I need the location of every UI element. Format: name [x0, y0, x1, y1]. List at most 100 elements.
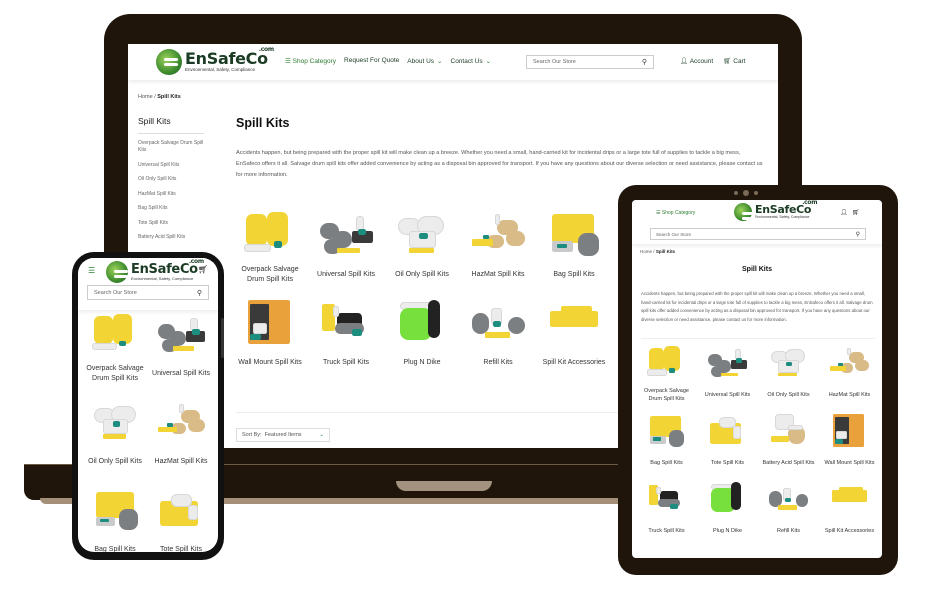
hamburger-menu-icon[interactable]: ☰ — [88, 266, 95, 275]
breadcrumb-home[interactable]: Home — [138, 94, 153, 100]
tablet-logo[interactable]: EnSafeCo .com Environmental, Safety, Comp… — [734, 200, 817, 221]
category-label[interactable]: Oil Only Spill Kits — [84, 446, 146, 478]
category-card[interactable]: Bag Spill Kits — [536, 212, 612, 290]
product-image[interactable] — [829, 482, 871, 516]
category-card[interactable]: Overpack Salvage Drum Spill Kits — [82, 314, 148, 390]
category-label[interactable]: Tote Spill Kits — [699, 450, 757, 476]
product-image[interactable] — [242, 212, 298, 256]
category-label[interactable]: Oil Only Spill Kits — [760, 382, 818, 408]
category-label[interactable]: Overpack Salvage Drum Spill Kits — [236, 260, 304, 290]
category-label[interactable]: HazMat Spill Kits — [821, 382, 879, 408]
product-image[interactable] — [156, 490, 206, 530]
sidebar-item[interactable]: Universal Spill Kits — [138, 162, 208, 169]
category-label[interactable]: Wall Mount Spill Kits — [236, 348, 304, 378]
category-card[interactable]: Refill Kits — [460, 300, 536, 378]
category-card[interactable]: HazMat Spill Kits — [819, 346, 880, 408]
category-label[interactable]: Truck Spill Kits — [638, 518, 696, 544]
category-label[interactable]: Bag Spill Kits — [84, 534, 146, 552]
category-card[interactable]: Bag Spill Kits — [82, 490, 148, 552]
sidebar-item[interactable]: Overpack Salvage Drum Spill Kits — [138, 140, 208, 154]
category-card[interactable]: Oil Only Spill Kits — [82, 402, 148, 478]
category-card[interactable]: HazMat Spill Kits — [460, 212, 536, 290]
product-image[interactable] — [394, 300, 450, 344]
category-label[interactable]: Wall Mount Spill Kits — [821, 450, 879, 476]
category-label[interactable]: Plug N Dike — [699, 518, 757, 544]
product-image[interactable] — [470, 300, 526, 344]
category-label[interactable]: HazMat Spill Kits — [150, 446, 212, 478]
category-card[interactable]: Plug N Dike — [384, 300, 460, 378]
search-input[interactable]: Search Our Store ⚲ — [526, 55, 654, 69]
search-icon[interactable]: ⚲ — [856, 231, 860, 238]
product-image[interactable] — [707, 414, 749, 448]
category-label[interactable]: Plug N Dike — [388, 348, 456, 378]
category-card[interactable]: Overpack Salvage Drum Spill Kits — [232, 212, 308, 290]
breadcrumb-home[interactable]: Home — [640, 249, 652, 254]
cart-icon[interactable]: 🛒︎ — [198, 265, 208, 274]
category-label[interactable]: Universal Spill Kits — [699, 382, 757, 408]
sidebar-item[interactable]: Bag Spill Kits — [138, 205, 208, 212]
category-label[interactable]: Truck Spill Kits — [312, 348, 380, 378]
category-card[interactable]: Universal Spill Kits — [697, 346, 758, 408]
category-label[interactable]: Oil Only Spill Kits — [388, 260, 456, 290]
tablet-search-input[interactable]: Search Our Store ⚲ — [650, 228, 866, 240]
category-label[interactable]: Overpack Salvage Drum Spill Kits — [84, 358, 146, 390]
category-label[interactable]: HazMat Spill Kits — [464, 260, 532, 290]
category-card[interactable]: Truck Spill Kits — [636, 482, 697, 544]
product-image[interactable] — [156, 402, 206, 442]
phone-logo[interactable]: EnSafeCo .com Environmental, Safety, Comp… — [106, 259, 204, 283]
product-image[interactable] — [829, 414, 871, 448]
product-image[interactable] — [90, 314, 140, 354]
category-label[interactable]: Bag Spill Kits — [540, 260, 608, 290]
product-image[interactable] — [394, 212, 450, 256]
product-image[interactable] — [707, 482, 749, 516]
category-card[interactable]: Overpack Salvage Drum Spill Kits — [636, 346, 697, 408]
category-card[interactable]: Bag Spill Kits — [636, 414, 697, 476]
category-label[interactable]: Universal Spill Kits — [150, 358, 212, 390]
sidebar-item[interactable]: HazMat Spill Kits — [138, 191, 208, 198]
category-card[interactable]: Universal Spill Kits — [308, 212, 384, 290]
product-image[interactable] — [318, 212, 374, 256]
category-card[interactable]: Wall Mount Spill Kits — [819, 414, 880, 476]
phone-search-input[interactable]: Search Our Store ⚲ — [87, 285, 209, 300]
nav-shop-category[interactable]: ☰ Shop Category — [285, 57, 336, 65]
category-card[interactable]: Battery Acid Spill Kits — [758, 414, 819, 476]
product-image[interactable] — [546, 212, 602, 257]
account-link[interactable]: 👤︎ Account — [680, 57, 713, 65]
cart-icon[interactable]: 🛒︎ — [852, 209, 860, 216]
category-label[interactable]: Refill Kits — [760, 518, 818, 544]
category-card[interactable]: HazMat Spill Kits — [148, 402, 214, 478]
category-card[interactable]: Spill Kit Accessories — [536, 300, 612, 378]
search-icon[interactable]: ⚲ — [642, 58, 647, 66]
product-image[interactable] — [829, 346, 871, 380]
nav-request-quote[interactable]: Request For Quote — [344, 57, 399, 65]
category-card[interactable]: Oil Only Spill Kits — [758, 346, 819, 408]
nav-contact-us[interactable]: Contact Us ⌄ — [451, 57, 492, 65]
product-image[interactable] — [90, 402, 140, 442]
category-label[interactable]: Refill Kits — [464, 348, 532, 378]
product-image[interactable] — [768, 414, 810, 448]
product-image[interactable] — [646, 346, 688, 380]
category-card[interactable]: Truck Spill Kits — [308, 300, 384, 378]
search-icon[interactable]: ⚲ — [197, 289, 202, 297]
product-image[interactable] — [646, 482, 688, 516]
product-image[interactable] — [546, 300, 602, 344]
product-image[interactable] — [242, 300, 298, 345]
category-card[interactable]: Universal Spill Kits — [148, 314, 214, 390]
category-label[interactable]: Universal Spill Kits — [312, 260, 380, 290]
cart-link[interactable]: 🛒︎ Cart — [723, 57, 745, 65]
category-label[interactable]: Tote Spill Kits — [150, 534, 212, 552]
sort-select[interactable]: Sort By: Featured Items ⌄ — [236, 428, 330, 442]
category-label[interactable]: Spill Kit Accessories — [821, 518, 879, 544]
category-card[interactable]: Oil Only Spill Kits — [384, 212, 460, 290]
product-image[interactable] — [90, 490, 140, 530]
category-card[interactable]: Wall Mount Spill Kits — [232, 300, 308, 378]
category-card[interactable]: Plug N Dike — [697, 482, 758, 544]
category-label[interactable]: Overpack Salvage Drum Spill Kits — [638, 382, 696, 408]
category-card[interactable]: Refill Kits — [758, 482, 819, 544]
category-card[interactable]: Tote Spill Kits — [148, 490, 214, 552]
site-logo[interactable]: EnSafeCo .com Environmental, Safety, Comp… — [156, 47, 274, 75]
category-card[interactable]: Spill Kit Accessories — [819, 482, 880, 544]
category-label[interactable]: Bag Spill Kits — [638, 450, 696, 476]
sidebar-item[interactable]: Battery Acid Spill Kits — [138, 234, 208, 241]
nav-about-us[interactable]: About Us ⌄ — [407, 57, 442, 65]
